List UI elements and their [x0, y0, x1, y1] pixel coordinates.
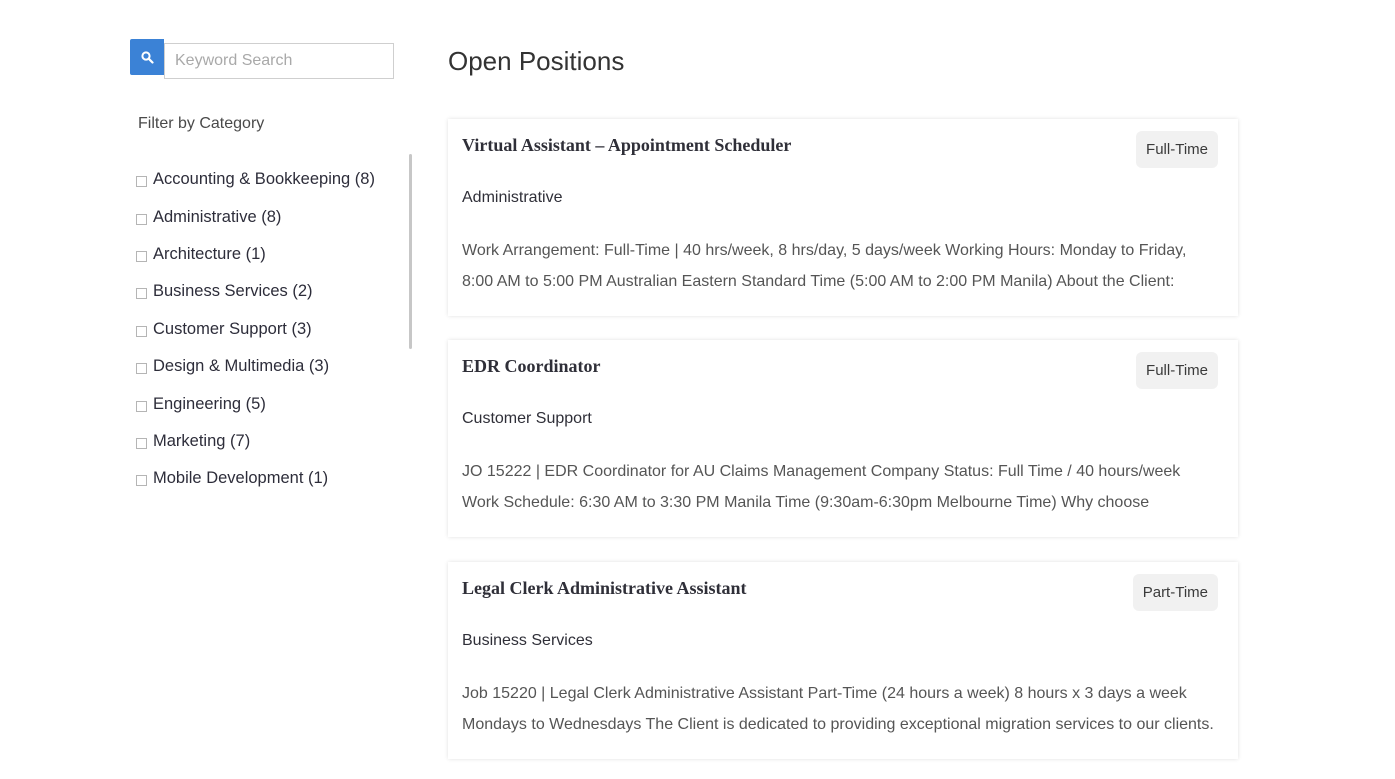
- category-label: Business Services (2): [153, 282, 313, 301]
- category-item-architecture[interactable]: Architecture (1): [136, 236, 415, 273]
- category-label: Accounting & Bookkeeping (8): [153, 170, 375, 189]
- category-label: Mobile Development (1): [153, 469, 329, 488]
- sidebar: Filter by Category Accounting & Bookkeep…: [130, 39, 415, 501]
- job-category: Administrative: [462, 189, 563, 206]
- category-checkbox[interactable]: [136, 400, 147, 412]
- category-label: Customer Support (3): [153, 319, 312, 338]
- category-item-mobile-development[interactable]: Mobile Development (1): [136, 460, 415, 497]
- careers-page: Filter by Category Accounting & Bookkeep…: [0, 0, 1395, 779]
- category-item-administrative[interactable]: Administrative (8): [136, 198, 415, 235]
- job-card[interactable]: Legal Clerk Administrative Assistant Par…: [448, 562, 1238, 759]
- category-item-business-services[interactable]: Business Services (2): [136, 273, 415, 310]
- search-button[interactable]: [130, 39, 164, 75]
- job-type-badge: Part-Time: [1132, 574, 1218, 611]
- category-label: Architecture (1): [153, 244, 266, 263]
- category-scrollbar[interactable]: [409, 154, 412, 349]
- category-item-marketing[interactable]: Marketing (7): [136, 423, 415, 460]
- category-label: Administrative (8): [153, 207, 282, 226]
- job-type-badge: Full-Time: [1136, 352, 1218, 389]
- category-checkbox[interactable]: [136, 176, 147, 188]
- page-title: Open Positions: [448, 46, 625, 76]
- search-bar: [130, 39, 415, 79]
- job-description-line: 8:00 AM to 5:00 PM Australian Eastern St…: [462, 273, 1175, 290]
- filter-title: Filter by Category: [138, 115, 265, 132]
- category-item-design-multimedia[interactable]: Design & Multimedia (3): [136, 348, 415, 385]
- job-description: JO 15222 | EDR Coordinator for AU Claims…: [462, 456, 1222, 518]
- category-checkbox[interactable]: [136, 325, 147, 337]
- category-checkbox[interactable]: [136, 475, 147, 487]
- category-checkbox[interactable]: [136, 363, 147, 375]
- job-description-line: JO 15222 | EDR Coordinator for AU Claims…: [462, 463, 1181, 480]
- category-checkbox[interactable]: [136, 213, 147, 225]
- keyword-search-input[interactable]: [164, 43, 394, 79]
- category-checkbox[interactable]: [136, 437, 147, 449]
- category-item-customer-support[interactable]: Customer Support (3): [136, 311, 415, 348]
- job-description: Work Arrangement: Full-Time | 40 hrs/wee…: [462, 235, 1222, 297]
- job-description-line: Work Schedule: 6:30 AM to 3:30 PM Manila…: [462, 494, 1150, 511]
- job-card[interactable]: Virtual Assistant – Appointment Schedule…: [448, 119, 1238, 316]
- job-title[interactable]: EDR Coordinator: [462, 356, 601, 377]
- category-label: Design & Multimedia (3): [153, 357, 330, 376]
- job-card[interactable]: EDR Coordinator Full-Time Customer Suppo…: [448, 340, 1238, 537]
- job-category: Customer Support: [462, 410, 592, 427]
- category-item-accounting[interactable]: Accounting & Bookkeeping (8): [136, 161, 415, 198]
- job-description-line: Job 15220 | Legal Clerk Administrative A…: [462, 685, 1187, 702]
- category-label: Engineering (5): [153, 394, 266, 413]
- job-description-line: Mondays to Wednesdays The Client is dedi…: [462, 716, 1214, 733]
- job-type-badge: Full-Time: [1136, 131, 1218, 168]
- category-list: Accounting & Bookkeeping (8) Administrat…: [136, 161, 415, 498]
- category-label: Marketing (7): [153, 431, 251, 450]
- job-category: Business Services: [462, 632, 593, 649]
- category-list-container: Accounting & Bookkeeping (8) Administrat…: [130, 154, 415, 501]
- category-checkbox[interactable]: [136, 250, 147, 262]
- category-item-engineering[interactable]: Engineering (5): [136, 385, 415, 422]
- search-icon: [140, 50, 154, 64]
- job-title[interactable]: Virtual Assistant – Appointment Schedule…: [462, 135, 791, 156]
- category-checkbox[interactable]: [136, 288, 147, 300]
- main-content: Open Positions Virtual Assistant – Appoi…: [448, 40, 1238, 759]
- job-description: Job 15220 | Legal Clerk Administrative A…: [462, 678, 1222, 740]
- job-title[interactable]: Legal Clerk Administrative Assistant: [462, 578, 747, 599]
- job-description-line: Work Arrangement: Full-Time | 40 hrs/wee…: [462, 242, 1187, 259]
